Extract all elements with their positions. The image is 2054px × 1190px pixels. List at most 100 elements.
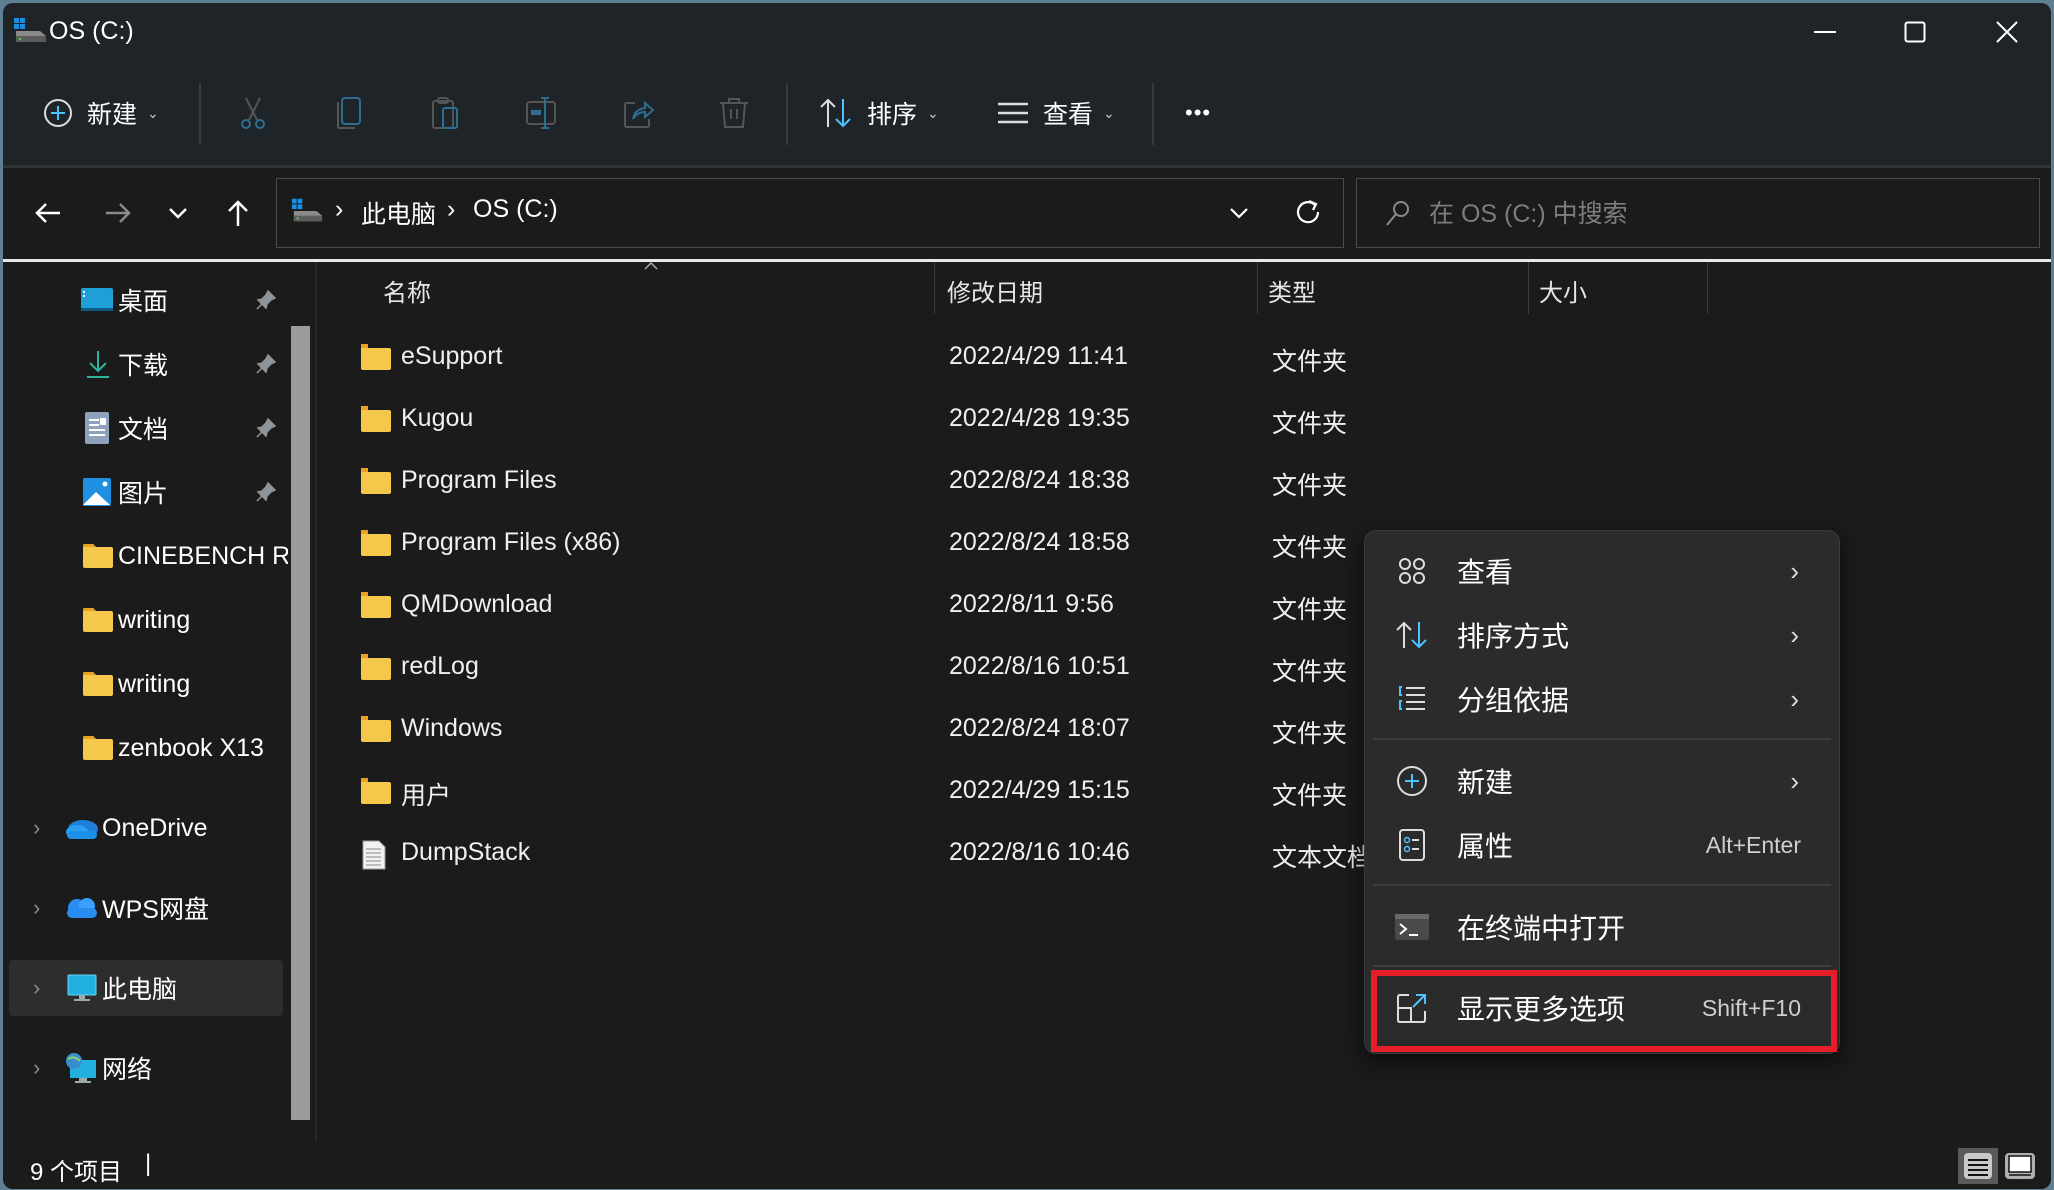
context-menu-item-new[interactable]: 新建 ›	[1373, 751, 1831, 811]
context-menu-item-sort-by[interactable]: 排序方式 ›	[1373, 605, 1831, 665]
large-icons-view-button[interactable]	[2000, 1148, 2040, 1184]
paste-button[interactable]	[431, 83, 459, 143]
file-date-modified: 2022/8/11 9:56	[949, 590, 1114, 618]
sidebar-item-cinebench[interactable]: CINEBENCH R	[9, 528, 288, 584]
file-row[interactable]: Windows 2022/8/24 18:07 文件夹	[317, 700, 1447, 762]
file-name: QMDownload	[401, 590, 553, 618]
status-bar: 9 个项目 |	[3, 1142, 2051, 1189]
up-button[interactable]	[213, 188, 263, 238]
column-divider[interactable]	[934, 262, 935, 314]
chevron-right-icon[interactable]: ›	[33, 1055, 40, 1081]
file-row[interactable]: DumpStack 2022/8/16 10:46 文本文档	[317, 824, 1447, 886]
file-row[interactable]: QMDownload 2022/8/11 9:56 文件夹	[317, 576, 1447, 638]
column-header-date[interactable]: 修改日期	[947, 262, 1043, 318]
search-box[interactable]	[1356, 178, 2040, 248]
column-divider[interactable]	[1528, 262, 1529, 314]
command-bar: 新建 ⌄ 排序 ⌄ 查看 ⌄ •••	[3, 61, 2051, 168]
maximize-button[interactable]	[1869, 3, 1961, 61]
file-date-modified: 2022/8/16 10:46	[949, 838, 1130, 866]
minimize-button[interactable]	[1779, 3, 1871, 61]
column-divider[interactable]	[1257, 262, 1258, 314]
search-input[interactable]	[1427, 193, 2011, 235]
file-date-modified: 2022/8/24 18:58	[949, 528, 1130, 556]
context-menu-item-open-in-terminal[interactable]: 在终端中打开	[1373, 897, 1831, 957]
more-options-button[interactable]: •••	[1185, 83, 1211, 143]
column-divider[interactable]	[1707, 262, 1708, 314]
sidebar-item-downloads[interactable]: 下载	[9, 336, 283, 392]
copy-button[interactable]	[335, 83, 363, 143]
arrow-left-icon	[35, 203, 60, 223]
sidebar-item-writing[interactable]: writing	[9, 592, 283, 648]
refresh-icon[interactable]	[1295, 199, 1321, 225]
sidebar-item-onedrive[interactable]: › OneDrive	[9, 800, 283, 856]
sidebar-scrollbar[interactable]	[291, 326, 310, 1120]
this-pc-icon	[67, 974, 97, 1001]
folder-icon	[83, 672, 113, 696]
sort-icon	[820, 98, 851, 128]
column-header-size[interactable]: 大小	[1539, 262, 1587, 318]
sidebar-item-writing[interactable]: writing	[9, 656, 283, 712]
column-header-name[interactable]: 名称	[383, 262, 431, 318]
delete-button[interactable]	[719, 83, 749, 143]
sidebar-item-this-pc[interactable]: › 此电脑	[9, 960, 283, 1016]
share-button[interactable]	[623, 83, 655, 143]
sidebar-item-zenbook[interactable]: zenbook X13	[9, 720, 283, 776]
pin-icon[interactable]	[255, 289, 277, 311]
sort-button[interactable]: 排序 ⌄	[819, 83, 939, 143]
breadcrumb-this-pc[interactable]: 此电脑	[361, 195, 436, 231]
pin-icon[interactable]	[255, 353, 277, 375]
item-count: 9 个项目	[30, 1159, 123, 1186]
new-button[interactable]: 新建 ⌄	[43, 83, 159, 143]
file-type: 文件夹	[1272, 534, 1348, 562]
forward-button[interactable]	[93, 188, 143, 238]
search-icon	[1386, 201, 1409, 226]
share-icon	[624, 100, 655, 128]
sidebar-item-network[interactable]: › 网络	[9, 1040, 283, 1096]
navigation-bar: › 此电脑 › OS (C:)	[3, 168, 2051, 262]
chevron-down-icon: ⌄	[147, 104, 159, 121]
recent-locations-button[interactable]	[153, 188, 203, 238]
grid-view-icon	[1393, 552, 1431, 590]
close-button[interactable]	[1961, 3, 2051, 61]
arrow-right-icon	[106, 203, 131, 223]
chevron-down-icon: ⌄	[1103, 104, 1115, 121]
view-button[interactable]: 查看 ⌄	[997, 83, 1115, 143]
back-button[interactable]	[23, 188, 73, 238]
rename-button[interactable]	[525, 83, 559, 143]
address-bar[interactable]: › 此电脑 › OS (C:)	[276, 178, 1344, 248]
file-row[interactable]: 用户 2022/4/29 15:15 文件夹	[317, 762, 1447, 824]
terminal-icon	[1393, 908, 1431, 946]
details-view-button[interactable]	[1958, 1148, 1998, 1184]
context-menu-item-view[interactable]: 查看 ›	[1373, 541, 1831, 601]
file-type: 文件夹	[1272, 720, 1348, 748]
file-row[interactable]: Kugou 2022/4/28 19:35 文件夹	[317, 390, 1447, 452]
toolbar-divider	[1152, 83, 1154, 145]
context-menu-label: 新建	[1457, 767, 1514, 798]
file-row[interactable]: redLog 2022/8/16 10:51 文件夹	[317, 638, 1447, 700]
chevron-right-icon[interactable]: ›	[33, 895, 40, 921]
file-name: Program Files (x86)	[401, 528, 621, 556]
sidebar-item-pictures[interactable]: 图片	[9, 464, 283, 520]
context-menu-item-group-by[interactable]: 分组依据 ›	[1373, 669, 1831, 729]
file-row[interactable]: eSupport 2022/4/29 11:41 文件夹	[317, 328, 1447, 390]
pin-icon[interactable]	[255, 417, 277, 439]
column-header-type[interactable]: 类型	[1268, 262, 1316, 318]
sidebar-item-desktop[interactable]: 桌面	[9, 272, 283, 328]
cut-button[interactable]	[237, 83, 269, 143]
chevron-right-icon[interactable]: ›	[33, 815, 40, 841]
address-history-chevron-icon[interactable]	[1229, 207, 1249, 219]
folder-icon	[361, 468, 391, 499]
download-icon	[87, 351, 109, 378]
column-label: 类型	[1268, 279, 1316, 307]
chevron-right-icon[interactable]: ›	[33, 975, 40, 1001]
pin-icon[interactable]	[255, 481, 277, 503]
file-row[interactable]: Program Files (x86) 2022/8/24 18:58 文件夹	[317, 514, 1447, 576]
file-explorer-window: OS (C:) 新建 ⌄ 排序 ⌄ 查看 ⌄ ••• › 此电脑 › OS (C…	[3, 3, 2051, 1189]
view-label: 查看	[1043, 101, 1094, 129]
sidebar-item-wps-cloud[interactable]: › WPS网盘	[9, 880, 283, 936]
context-menu-item-properties[interactable]: 属性 Alt+Enter	[1373, 815, 1831, 875]
file-row[interactable]: Program Files 2022/8/24 18:38 文件夹	[317, 452, 1447, 514]
sidebar-item-documents[interactable]: 文档	[9, 400, 283, 456]
file-name: 用户	[401, 782, 452, 810]
breadcrumb-drive[interactable]: OS (C:)	[473, 195, 558, 224]
